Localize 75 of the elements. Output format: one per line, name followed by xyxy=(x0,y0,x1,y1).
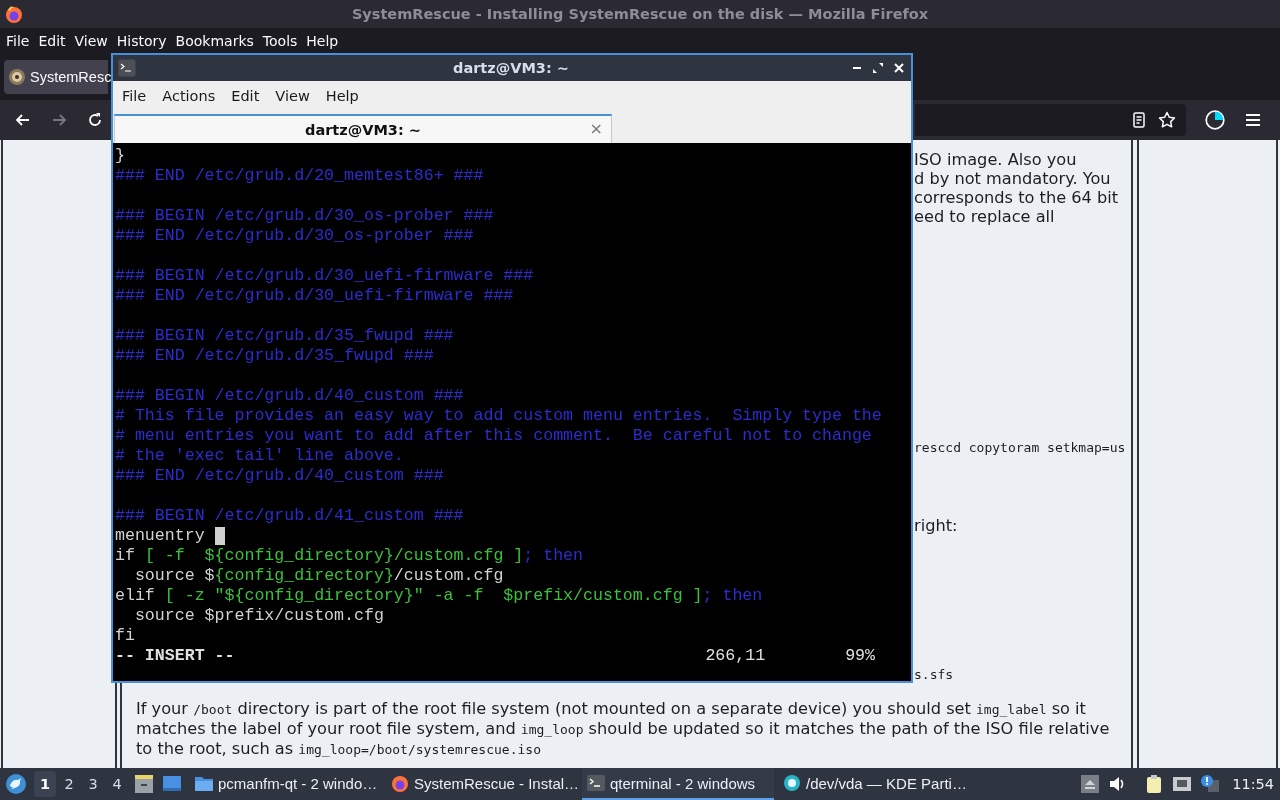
menu-item[interactable]: View xyxy=(267,88,318,104)
menu-item[interactable]: Bookmarks xyxy=(171,33,258,49)
code-line: ### BEGIN /etc/grub.d/40_custom ### xyxy=(115,386,464,406)
text-fragment: ISO image. Also you xyxy=(914,150,1077,169)
menu-item[interactable]: Edit xyxy=(34,33,70,49)
code-line: ### BEGIN /etc/grub.d/35_fwupd ### xyxy=(115,326,454,346)
taskbar-task[interactable]: SystemRescue - Instal… xyxy=(386,768,578,800)
scroll-percent: 99% xyxy=(845,646,875,666)
menu-item[interactable]: Help xyxy=(302,33,343,49)
code-line: ### END /etc/grub.d/20_memtest86+ ### xyxy=(115,166,484,186)
taskbar-task[interactable]: pcmanfm-qt - 2 windo… xyxy=(190,768,382,800)
tab-close-button[interactable]: × xyxy=(589,119,603,138)
bookmark-star-icon[interactable] xyxy=(1158,111,1176,129)
code-line: # the 'exec tail' line above. xyxy=(115,446,404,466)
terminal-tab[interactable]: dartz@VM3: ~ × xyxy=(114,114,612,143)
network-icon[interactable] xyxy=(1172,774,1193,794)
code-text: resccd copytoram setkmap=us xyxy=(914,439,1126,457)
workspace-button[interactable]: 2 xyxy=(58,771,80,797)
terminal-icon xyxy=(586,773,606,793)
start-menu-icon[interactable] xyxy=(5,773,27,795)
code-line: ### BEGIN /etc/grub.d/30_os-prober ### xyxy=(115,206,494,226)
text-fragment: d by not mandatory. You xyxy=(914,169,1111,188)
menu-item[interactable]: File xyxy=(2,33,34,49)
close-icon[interactable] xyxy=(893,62,905,74)
code-line: source $prefix/custom.cfg xyxy=(133,606,384,626)
account-circle-icon[interactable] xyxy=(1204,109,1226,131)
code-line: ### END /etc/grub.d/40_custom ### xyxy=(115,466,444,486)
code-line: ### END /etc/grub.d/35_fwupd ### xyxy=(115,346,434,366)
maximize-icon[interactable] xyxy=(872,62,884,74)
workspace-button[interactable]: 1 xyxy=(34,771,56,797)
code-text: s.sfs xyxy=(914,666,954,684)
cursor-position: 266,11 xyxy=(705,646,766,666)
code-line: elif [ -z "${config_directory}" -a -f $prefix/custom.cfg ]; then xyxy=(115,586,763,606)
taskbar-task[interactable]: /dev/vda — KDE Parti… xyxy=(778,768,970,800)
workspace-button[interactable]: 4 xyxy=(106,771,128,797)
menu-item[interactable]: Edit xyxy=(223,88,268,104)
browser-logo-icon xyxy=(4,4,24,24)
menu-item[interactable]: History xyxy=(112,33,171,49)
workspace-button[interactable]: 3 xyxy=(82,771,104,797)
notification-icon[interactable] xyxy=(1200,774,1221,794)
menu-item[interactable]: Actions xyxy=(154,88,224,104)
code-line: ### BEGIN /etc/grub.d/30_uefi-firmware ### xyxy=(115,266,534,286)
reader-view-icon[interactable] xyxy=(1130,111,1148,129)
text-fragment: corresponds to the 64 bit xyxy=(914,188,1119,207)
disc-icon xyxy=(8,68,26,86)
text-fragment: eed to replace all xyxy=(914,207,1055,226)
eject-icon[interactable] xyxy=(1080,774,1101,794)
code-line: if [ -f ${config_directory}/custom.cfg ]; then xyxy=(115,546,584,566)
disc-icon xyxy=(782,773,802,793)
menu-item[interactable]: Help xyxy=(317,88,367,104)
menu-item[interactable]: File xyxy=(114,88,155,104)
file-cabinet-icon[interactable] xyxy=(133,773,155,795)
address-bar[interactable] xyxy=(915,104,1186,136)
menu-item[interactable]: Tools xyxy=(258,33,302,49)
window-title: SystemRescue - Installing SystemRescue on the disk — Mozilla Firefox xyxy=(350,6,930,22)
code-line: ### END /etc/grub.d/30_os-prober ### xyxy=(115,226,474,246)
code-line: ### BEGIN /etc/grub.d/41_custom ### xyxy=(115,506,464,526)
menu-item[interactable]: View xyxy=(70,33,112,49)
code-line: menuentry xyxy=(115,526,206,546)
reload-icon[interactable] xyxy=(86,111,104,129)
clock[interactable]: 11:54 xyxy=(1232,776,1274,792)
taskbar-task[interactable]: qterminal - 2 windows xyxy=(582,768,774,800)
code-line: ### END /etc/grub.d/30_uefi-firmware ### xyxy=(115,286,514,306)
paragraph: If your /boot directory is part of the root file system (not mounted on a separate device) you should set img_label so it matches the label of your root file system, and img_loop should be updated so it matches the path of the ISO file relative to the root, such as img_loop=/boot/systemrescue.iso xyxy=(136,699,1111,759)
menu-icon[interactable] xyxy=(1244,111,1262,129)
code-line: } xyxy=(115,146,125,166)
code-line: source ${config_directory}/custom.cfg xyxy=(133,566,504,586)
code-line: fi xyxy=(115,626,135,646)
terminal-icon xyxy=(118,59,136,77)
editor-mode: -- INSERT -- xyxy=(115,646,235,666)
window-title: dartz@VM3: ~ xyxy=(453,60,569,76)
text-fragment: right: xyxy=(914,516,958,535)
browser-logo-icon xyxy=(390,773,410,793)
code-line: # menu entries you want to add after this comment. Be careful not to change xyxy=(115,426,872,446)
code-line: # This file provides an easy way to add custom menu entries. Simply type the xyxy=(115,406,882,426)
